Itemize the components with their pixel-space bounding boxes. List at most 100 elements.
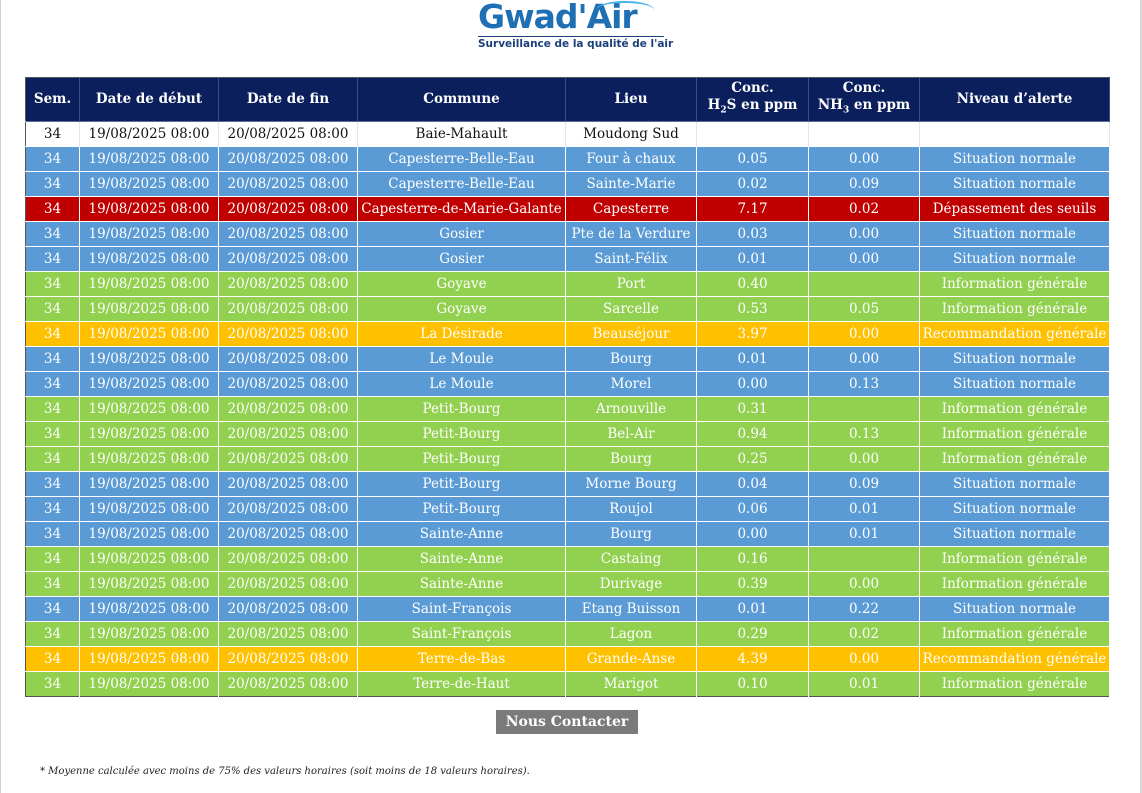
- cell-commune: Gosier: [357, 221, 566, 247]
- cell-date-fin: 20/08/2025 08:00: [218, 621, 358, 647]
- cell-commune: Petit-Bourg: [357, 421, 566, 447]
- cell-lieu: Bourg: [565, 346, 697, 372]
- cell-sem: 34: [25, 496, 80, 522]
- cell-h2s: 3.97: [696, 321, 809, 347]
- cell-commune: Capesterre-Belle-Eau: [357, 146, 566, 172]
- contact-button[interactable]: Nous Contacter: [496, 710, 638, 734]
- table-row: 34 19/08/2025 08:00 20/08/2025 08:00 Gosier…: [25, 221, 1110, 247]
- cell-commune: Le Moule: [357, 346, 566, 372]
- cell-lieu: Grande-Anse: [565, 646, 697, 672]
- cell-sem: 34: [25, 596, 80, 622]
- table-row: 34 19/08/2025 08:00 20/08/2025 08:00 Petit-…: [25, 496, 1110, 522]
- cell-niveau: Information générale: [919, 446, 1110, 472]
- cell-sem: 34: [25, 646, 80, 672]
- h2s-header-pre: H: [707, 96, 721, 113]
- cell-niveau: Situation normale: [919, 521, 1110, 547]
- cell-h2s: 0.53: [696, 296, 809, 322]
- cell-niveau: Recommandation générale: [919, 321, 1110, 347]
- cell-date-fin: 20/08/2025 08:00: [218, 396, 358, 422]
- cell-h2s: 0.06: [696, 496, 809, 522]
- cell-commune: Terre-de-Bas: [357, 646, 566, 672]
- cell-nh3: 0.22: [808, 596, 920, 622]
- cell-niveau: Situation normale: [919, 146, 1110, 172]
- cell-commune: Saint-François: [357, 621, 566, 647]
- col-header-date-debut: Date de début: [79, 77, 219, 122]
- cell-niveau: Situation normale: [919, 221, 1110, 247]
- cell-date-fin: 20/08/2025 08:00: [218, 346, 358, 372]
- col-header-niveau: Niveau d’alerte: [919, 77, 1110, 122]
- cell-lieu: Durivage: [565, 571, 697, 597]
- cell-date-debut: 19/08/2025 08:00: [79, 346, 219, 372]
- table-row: 34 19/08/2025 08:00 20/08/2025 08:00 Petit-…: [25, 446, 1110, 472]
- cell-sem: 34: [25, 396, 80, 422]
- cell-commune: Sainte-Anne: [357, 571, 566, 597]
- logo-tagline: Surveillance de la qualité de l'air: [478, 36, 674, 50]
- gwadair-logo: Gwad'Air Surveillance de la qualité de l…: [478, 0, 674, 58]
- cell-niveau: Information générale: [919, 396, 1110, 422]
- cell-lieu: Morne Bourg: [565, 471, 697, 497]
- cell-sem: 34: [25, 146, 80, 172]
- cell-nh3: [808, 271, 920, 297]
- cell-date-fin: 20/08/2025 08:00: [218, 246, 358, 272]
- col-header-lieu: Lieu: [565, 77, 697, 122]
- cell-niveau: Situation normale: [919, 171, 1110, 197]
- cell-sem: 34: [25, 571, 80, 597]
- cell-date-debut: 19/08/2025 08:00: [79, 596, 219, 622]
- cell-h2s: 0.29: [696, 621, 809, 647]
- cell-date-debut: 19/08/2025 08:00: [79, 271, 219, 297]
- table-row: 34 19/08/2025 08:00 20/08/2025 08:00 Baie-M…: [25, 121, 1110, 147]
- cell-nh3: [808, 396, 920, 422]
- cell-date-debut: 19/08/2025 08:00: [79, 321, 219, 347]
- cell-h2s: 0.31: [696, 396, 809, 422]
- cell-niveau: Situation normale: [919, 246, 1110, 272]
- cell-date-fin: 20/08/2025 08:00: [218, 371, 358, 397]
- cell-niveau: Information générale: [919, 571, 1110, 597]
- h2s-header-top: Conc.: [731, 79, 774, 96]
- cell-date-debut: 19/08/2025 08:00: [79, 471, 219, 497]
- cell-h2s: 0.25: [696, 446, 809, 472]
- cell-niveau: Situation normale: [919, 596, 1110, 622]
- cell-commune: Goyave: [357, 271, 566, 297]
- cell-lieu: Pte de la Verdure: [565, 221, 697, 247]
- cell-date-debut: 19/08/2025 08:00: [79, 521, 219, 547]
- cell-commune: Capesterre-Belle-Eau: [357, 171, 566, 197]
- cell-lieu: Beauséjour: [565, 321, 697, 347]
- table-row: 34 19/08/2025 08:00 20/08/2025 08:00 Petit-…: [25, 421, 1110, 447]
- cell-sem: 34: [25, 296, 80, 322]
- table-row: 34 19/08/2025 08:00 20/08/2025 08:00 Sainte…: [25, 571, 1110, 597]
- cell-sem: 34: [25, 421, 80, 447]
- cell-sem: 34: [25, 671, 80, 697]
- table-row: 34 19/08/2025 08:00 20/08/2025 08:00 Terre-…: [25, 646, 1110, 672]
- nh3-header-pre: NH: [817, 96, 843, 113]
- cell-sem: 34: [25, 371, 80, 397]
- cell-nh3: 0.00: [808, 571, 920, 597]
- cell-lieu: Bel-Air: [565, 421, 697, 447]
- cell-date-debut: 19/08/2025 08:00: [79, 146, 219, 172]
- cell-h2s: 0.00: [696, 521, 809, 547]
- cell-date-fin: 20/08/2025 08:00: [218, 271, 358, 297]
- cell-date-debut: 19/08/2025 08:00: [79, 396, 219, 422]
- cell-lieu: Sarcelle: [565, 296, 697, 322]
- cell-h2s: 0.04: [696, 471, 809, 497]
- cell-lieu: Bourg: [565, 446, 697, 472]
- cell-lieu: Etang Buisson: [565, 596, 697, 622]
- cell-date-fin: 20/08/2025 08:00: [218, 646, 358, 672]
- cell-commune: Le Moule: [357, 371, 566, 397]
- table-row: 34 19/08/2025 08:00 20/08/2025 08:00 Le Mou…: [25, 346, 1110, 372]
- cell-nh3: 0.09: [808, 471, 920, 497]
- cell-commune: Petit-Bourg: [357, 446, 566, 472]
- cell-date-debut: 19/08/2025 08:00: [79, 171, 219, 197]
- cell-nh3: 0.00: [808, 221, 920, 247]
- footnote: * Moyenne calculée avec moins de 75% des…: [40, 766, 530, 777]
- cell-date-fin: 20/08/2025 08:00: [218, 496, 358, 522]
- cell-lieu: Port: [565, 271, 697, 297]
- cell-commune: Petit-Bourg: [357, 396, 566, 422]
- cell-lieu: Roujol: [565, 496, 697, 522]
- cell-commune: Saint-François: [357, 596, 566, 622]
- cell-niveau: Recommandation générale: [919, 646, 1110, 672]
- cell-nh3: 0.01: [808, 671, 920, 697]
- cell-sem: 34: [25, 196, 80, 222]
- cell-nh3: 0.05: [808, 296, 920, 322]
- cell-lieu: Arnouville: [565, 396, 697, 422]
- cell-date-debut: 19/08/2025 08:00: [79, 196, 219, 222]
